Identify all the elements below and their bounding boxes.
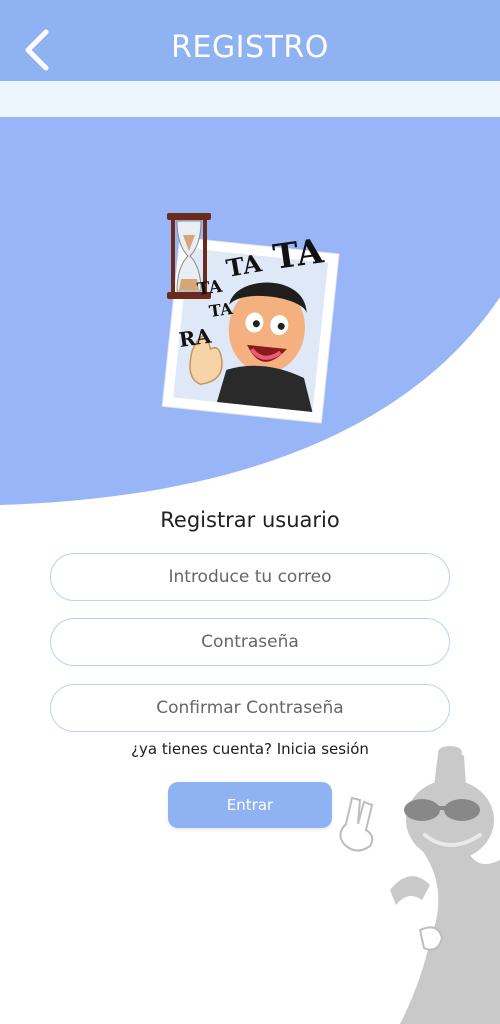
sound-text: RA [177, 324, 213, 352]
confirm-password-input[interactable] [51, 685, 449, 731]
email-field[interactable] [50, 553, 450, 601]
password-input[interactable] [51, 619, 449, 665]
subheader-strip [0, 81, 500, 117]
submit-button[interactable]: Entrar [168, 782, 332, 828]
confirm-password-field[interactable] [50, 684, 450, 732]
hero-banner: TA TA TA TA RA [0, 117, 500, 517]
peace-hand-icon [339, 796, 374, 852]
app-header: REGISTRO [0, 0, 500, 81]
sound-text: TA [224, 248, 264, 283]
password-field[interactable] [50, 618, 450, 666]
mascot-illustration [330, 740, 500, 1024]
sound-text: TA [271, 231, 327, 278]
sound-text: TA [208, 299, 234, 321]
sound-text: TA [196, 277, 224, 300]
page-title: REGISTRO [171, 30, 329, 65]
form-title: Registrar usuario [160, 508, 340, 532]
email-input[interactable] [51, 554, 449, 600]
